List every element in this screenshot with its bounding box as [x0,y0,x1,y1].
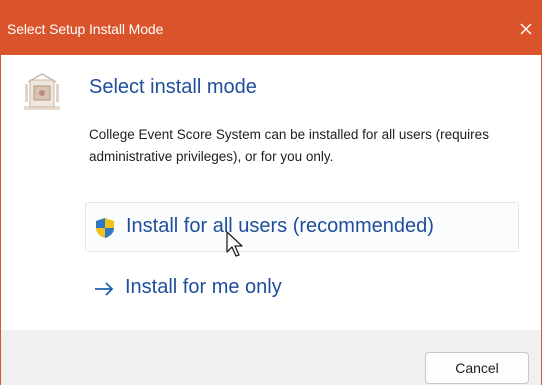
footer-bar: Cancel [1,330,541,385]
window-title: Select Setup Install Mode [7,21,164,37]
page-heading: Select install mode [89,76,257,98]
close-button[interactable] [513,16,539,42]
setup-installer-icon [20,70,64,114]
setup-dialog: Select Setup Install Mode Select install… [0,0,542,385]
mouse-cursor-icon [225,230,245,260]
close-icon [520,23,532,35]
install-all-users-label: Install for all users (recommended) [126,215,434,237]
description-text: College Event Score System can be instal… [89,127,489,164]
install-all-users-button[interactable]: Install for all users (recommended) [85,202,519,252]
install-me-only-button[interactable]: Install for me only [85,264,519,314]
arrow-right-icon [93,278,115,300]
install-me-only-label: Install for me only [125,276,282,298]
uac-shield-icon [94,217,116,239]
title-bar[interactable]: Select Setup Install Mode [1,0,541,55]
cancel-button[interactable]: Cancel [425,352,529,384]
